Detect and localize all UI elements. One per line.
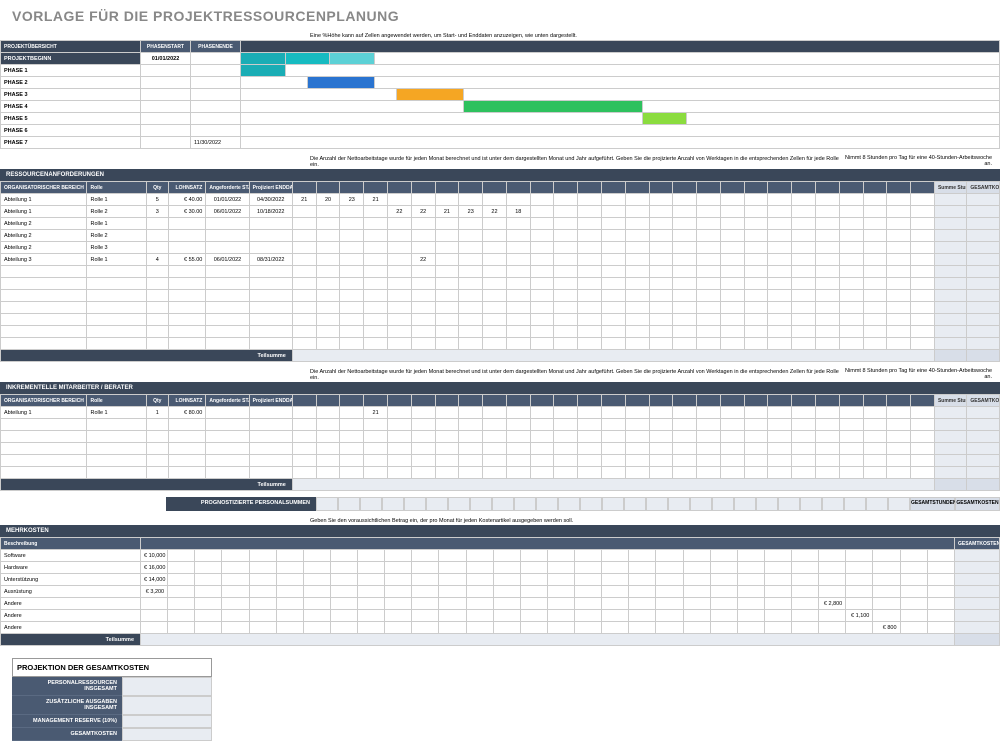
table-row: Andere€ 1,100 xyxy=(1,610,1000,622)
projection-box: PROJEKTION DER GESAMTKOSTEN PERSONALRESS… xyxy=(12,658,212,741)
project-begin-date[interactable]: 01/01/2022 xyxy=(141,53,191,65)
table-row: Unterstützung€ 14,000 xyxy=(1,574,1000,586)
inc-table: ORGANISATORISCHER BEREICHRolleQtyLOHNSAT… xyxy=(0,394,1000,491)
table-row: Abteilung 2Rolle 2 xyxy=(1,230,1000,242)
forecast-row: PROGNOSTIZIERTE PERSONALSUMMEN GESAMTSTU… xyxy=(0,497,1000,511)
total-hours: GESAMTSTUNDEN xyxy=(910,497,955,511)
project-begin-label: PROJEKTBEGINN xyxy=(1,53,141,65)
table-row: Andere€ 800 xyxy=(1,622,1000,634)
costs-header: MEHRKOSTEN xyxy=(0,525,1000,537)
req-note-right: Nimmt 8 Stunden pro Tag für eine 40-Stun… xyxy=(839,155,1000,169)
phase-label: PHASE 6 xyxy=(1,125,141,137)
table-row xyxy=(1,326,1000,338)
inc-note-right: Nimmt 8 Stunden pro Tag für eine 40-Stun… xyxy=(839,368,1000,382)
table-row: Abteilung 1Rolle 23€ 30.0006/01/202210/1… xyxy=(1,206,1000,218)
table-row xyxy=(1,455,1000,467)
table-row: Andere€ 2,800 xyxy=(1,598,1000,610)
page-title: VORLAGE FÜR DIE PROJEKTRESSOURCENPLANUNG xyxy=(0,0,1000,32)
gantt-note: Eine %Höhe kann auf Zellen angewendet we… xyxy=(0,32,1000,40)
proj-total: GESAMTKOSTEN xyxy=(12,728,122,741)
table-row: Abteilung 2Rolle 3 xyxy=(1,242,1000,254)
subtotal-label: Teilsumme xyxy=(1,350,293,362)
inc-note: Die Anzahl der Nettoarbeitstage wurde fü… xyxy=(0,368,839,382)
phase-label: PHASE 3 xyxy=(1,89,141,101)
table-row xyxy=(1,443,1000,455)
overview-table: PROJEKTÜBERSICHT PHASENSTART PHASENENDE … xyxy=(0,40,1000,149)
projection-title: PROJEKTION DER GESAMTKOSTEN xyxy=(12,658,212,677)
table-row xyxy=(1,467,1000,479)
table-row: Abteilung 2Rolle 1 xyxy=(1,218,1000,230)
col-phase-start: PHASENSTART xyxy=(141,41,191,53)
gantt-bar xyxy=(241,53,286,65)
costs-table: Beschreibung GESAMTKOSTEN Software€ 10,0… xyxy=(0,537,1000,646)
cost-note: Geben Sie den voraussichtlichen Betrag e… xyxy=(0,517,1000,525)
forecast-label: PROGNOSTIZIERTE PERSONALSUMMEN xyxy=(166,497,316,511)
req-header: RESSOURCENANFORDERUNGEN xyxy=(0,169,1000,181)
phase-label: PHASE 7 xyxy=(1,137,141,149)
col-phase-end: PHASENENDE xyxy=(191,41,241,53)
gantt-bar xyxy=(642,113,687,125)
phase-label: PHASE 1 xyxy=(1,65,141,77)
table-row xyxy=(1,338,1000,350)
subtotal-label: Teilsumme xyxy=(1,634,141,646)
total-cost: GESAMTKOSTEN xyxy=(955,497,1000,511)
gantt-bar xyxy=(241,65,286,77)
table-row: Abteilung 1Rolle 15€ 40.0001/01/202204/3… xyxy=(1,194,1000,206)
phase-label: PHASE 4 xyxy=(1,101,141,113)
table-row xyxy=(1,314,1000,326)
gantt-bar xyxy=(285,53,330,65)
gantt-bar xyxy=(307,77,374,89)
table-row xyxy=(1,290,1000,302)
table-row xyxy=(1,266,1000,278)
table-row: Ausrüstung€ 3,200 xyxy=(1,586,1000,598)
table-row: Hardware€ 16,000 xyxy=(1,562,1000,574)
table-row xyxy=(1,431,1000,443)
subtotal-label: Teilsumme xyxy=(1,479,293,491)
table-row: Software€ 10,000 xyxy=(1,550,1000,562)
table-row: Abteilung 3Rolle 14€ 55.0006/01/202208/3… xyxy=(1,254,1000,266)
col-desc: Beschreibung xyxy=(1,538,141,550)
proj-reserve: MANAGEMENT RESERVE (10%) xyxy=(12,715,122,728)
gantt-bar xyxy=(397,89,464,101)
table-row xyxy=(1,302,1000,314)
gantt-bar xyxy=(464,101,643,113)
inc-header: INKREMENTELLE MITARBEITER / BERATER xyxy=(0,382,1000,394)
phase-label: PHASE 2 xyxy=(1,77,141,89)
table-row xyxy=(1,278,1000,290)
table-row xyxy=(1,419,1000,431)
proj-additional: ZUSÄTZLICHE AUSGABEN INSGESAMT xyxy=(12,696,122,715)
phase-label: PHASE 5 xyxy=(1,113,141,125)
table-row: Abteilung 1Rolle 11€ 80.0021 xyxy=(1,407,1000,419)
overview-header: PROJEKTÜBERSICHT xyxy=(1,41,141,53)
req-note: Die Anzahl der Nettoarbeitstage wurde fü… xyxy=(0,155,839,169)
col-total: GESAMTKOSTEN xyxy=(955,538,1000,550)
req-table: ORGANISATORISCHER BEREICHRolleQtyLOHNSAT… xyxy=(0,181,1000,362)
